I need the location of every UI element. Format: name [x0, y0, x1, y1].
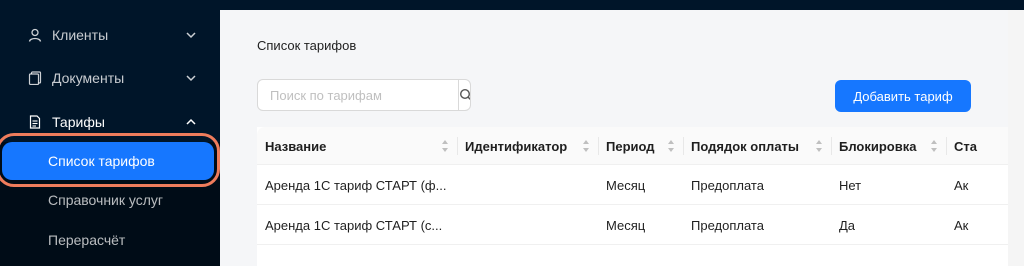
cell-status: Ак [954, 218, 969, 233]
column-header-label: Период [606, 138, 655, 154]
sort-icon [668, 140, 674, 152]
main-content: Список тарифов Добавить тариф Название И… [220, 10, 1008, 266]
column-header-name[interactable]: Название [257, 127, 457, 165]
table-row[interactable]: Аренда 1С тариф СТАРТ (ф... Месяц Предоп… [257, 166, 1008, 205]
cell-payment-order: Предоплата [691, 178, 764, 193]
search-icon [460, 89, 470, 101]
sort-icon [442, 140, 448, 152]
column-header-label: Название [265, 138, 327, 154]
column-header-blocking[interactable]: Блокировка [831, 127, 946, 165]
submenu-item-service-catalog[interactable]: Справочник услуг [0, 180, 220, 220]
cell-period: Месяц [606, 218, 646, 233]
tariff-icon [28, 115, 42, 129]
user-icon [28, 28, 42, 42]
sidebar-item-label: Клиенты [52, 27, 109, 43]
documents-icon [28, 71, 42, 85]
sidebar-item-clients[interactable]: Клиенты [0, 15, 220, 55]
column-header-identifier[interactable]: Идентификатор [457, 127, 598, 165]
tariffs-submenu: Список тарифов Справочник услуг Перерасч… [0, 142, 220, 266]
cell-identifier [457, 206, 598, 245]
top-header-bar [220, 0, 1024, 10]
column-header-label: Ста [954, 138, 977, 154]
chevron-down-icon [186, 75, 196, 82]
search-box [257, 79, 471, 111]
app-root: Клиенты Документы Тарифы Список тарифов … [0, 0, 1024, 266]
tariffs-table: Название Идентификатор Период Подядок оп… [257, 127, 1008, 266]
table-header: Название Идентификатор Период Подядок оп… [257, 127, 1008, 165]
sidebar-item-tariffs[interactable]: Тарифы [0, 102, 220, 142]
column-header-label: Блокировка [839, 138, 917, 154]
sidebar: Клиенты Документы Тарифы Список тарифов … [0, 0, 220, 266]
vertical-scrollbar[interactable] [1008, 10, 1024, 266]
submenu-item-tariff-list[interactable]: Список тарифов [2, 142, 214, 180]
sidebar-item-label: Тарифы [52, 114, 105, 130]
sort-icon [583, 140, 589, 152]
sort-icon [931, 140, 937, 152]
cell-identifier [457, 166, 598, 205]
search-button[interactable] [458, 80, 470, 110]
cell-status: Ак [954, 178, 969, 193]
cell-name: Аренда 1С тариф СТАРТ (ф... [265, 178, 447, 193]
chevron-down-icon [186, 32, 196, 39]
add-tariff-button[interactable]: Добавить тариф [835, 80, 971, 112]
cell-payment-order: Предоплата [691, 218, 764, 233]
content-card: Список тарифов Добавить тариф Название И… [220, 10, 1008, 266]
cell-name: Аренда 1С тариф СТАРТ (с... [265, 218, 443, 233]
table-row[interactable]: Аренда 1С тариф СТАРТ (с... Месяц Предоп… [257, 206, 1008, 245]
submenu-item-label: Список тарифов [48, 153, 155, 169]
sort-icon [816, 140, 822, 152]
search-input[interactable] [258, 80, 458, 110]
column-header-period[interactable]: Период [598, 127, 683, 165]
submenu-item-label: Перерасчёт [48, 232, 126, 248]
submenu-item-recalculation[interactable]: Перерасчёт [0, 220, 220, 260]
column-header-label: Идентификатор [465, 138, 568, 154]
cell-blocking: Да [839, 218, 856, 233]
column-header-label: Подядок оплаты [691, 138, 800, 154]
column-header-status[interactable]: Ста [946, 127, 1008, 165]
sidebar-item-documents[interactable]: Документы [0, 58, 220, 98]
sidebar-item-label: Документы [52, 70, 125, 86]
cell-blocking: Нет [839, 178, 862, 193]
column-header-payment-order[interactable]: Подядок оплаты [683, 127, 831, 165]
submenu-item-label: Справочник услуг [48, 192, 164, 208]
cell-period: Месяц [606, 178, 646, 193]
chevron-up-icon [186, 118, 196, 125]
page-title: Список тарифов [257, 38, 357, 53]
